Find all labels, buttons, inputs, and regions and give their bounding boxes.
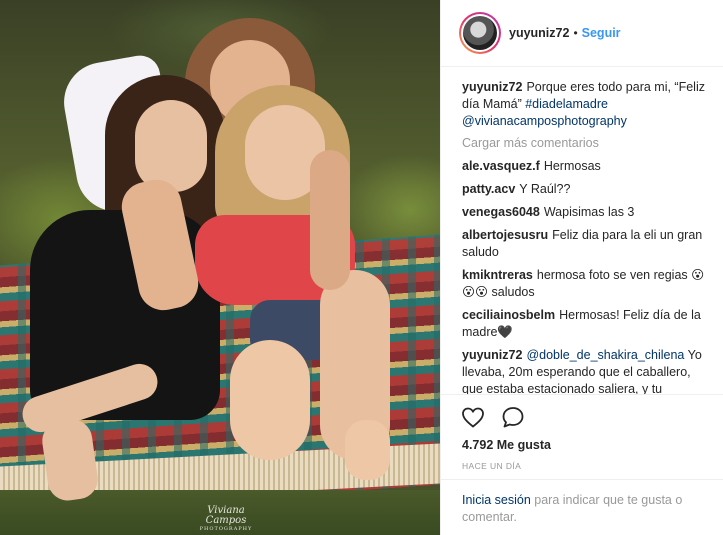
caption-username[interactable]: yuyuniz72 (462, 80, 522, 94)
comment-username[interactable]: ceciliainosbelm (462, 308, 555, 322)
comment-text: Y Raúl?? (519, 182, 571, 196)
login-link[interactable]: Inicia sesión (462, 493, 531, 507)
comment-username[interactable]: patty.acv (462, 182, 515, 196)
like-count[interactable]: 4.792 Me gusta (462, 438, 551, 452)
woman-right-foot (345, 420, 390, 480)
comment-item: venegas6048 Wapisimas las 3 (462, 204, 708, 221)
heart-icon[interactable] (461, 406, 485, 428)
comment-text: Wapisimas las 3 (543, 205, 635, 219)
comment-item: ale.vasquez.f Hermosas (462, 158, 708, 175)
caption-hashtag[interactable]: #diadelamadre (525, 97, 608, 111)
post-timestamp[interactable]: HACE UN DÍA (462, 461, 521, 471)
woman-right-leg (230, 340, 310, 460)
comment-username[interactable]: venegas6048 (462, 205, 540, 219)
login-prompt: Inicia sesión para indicar que te gusta … (441, 479, 723, 526)
comment-item: albertojesusru Feliz dia para la eli un g… (462, 227, 708, 261)
woman-top-arm-right (310, 150, 350, 290)
comment-item: kmikntreras hermosa foto se ven regias 😮😮… (462, 267, 708, 301)
caption-mention[interactable]: @vivianacamposphotography (462, 114, 627, 128)
comment-item: yuyuniz72 @doble_de_shakira_chilena Yo ll… (462, 347, 708, 394)
comment-text: Hermosas (543, 159, 601, 173)
comment-username[interactable]: yuyuniz72 (462, 348, 522, 362)
watermark-sub: PHOTOGRAPHY (199, 526, 253, 532)
header-username[interactable]: yuyuniz72 (509, 26, 569, 40)
comment-username[interactable]: albertojesusru (462, 228, 548, 242)
comment-username[interactable]: ale.vasquez.f (462, 159, 540, 173)
post-photo[interactable]: Viviana Campos PHOTOGRAPHY (0, 0, 440, 535)
post-actions: 4.792 Me gusta HACE UN DÍA Inicia sesión… (441, 394, 723, 535)
follow-button[interactable]: Seguir (582, 26, 621, 40)
caption: yuyuniz72 Porque eres todo para mi, “Feli… (462, 79, 708, 130)
comment-icon[interactable] (501, 406, 525, 428)
avatar-image (463, 16, 497, 50)
header-separator: • (573, 26, 578, 40)
photo-watermark: Viviana Campos PHOTOGRAPHY (186, 506, 266, 532)
comment-item: patty.acv Y Raúl?? (462, 181, 708, 198)
avatar[interactable] (459, 12, 501, 54)
post-side-panel: yuyuniz72 • Seguir yuyuniz72 Porque eres … (440, 0, 723, 535)
avatar-frame (461, 14, 499, 52)
woman-left-face (135, 100, 207, 192)
comments-list[interactable]: yuyuniz72 Porque eres todo para mi, “Feli… (441, 67, 723, 394)
post-header: yuyuniz72 • Seguir (441, 0, 723, 67)
load-more-comments[interactable]: Cargar más comentarios (462, 136, 708, 150)
comment-item: ceciliainosbelm Hermosas! Feliz día de la… (462, 307, 708, 341)
action-row (461, 406, 525, 428)
comment-username[interactable]: kmikntreras (462, 268, 533, 282)
comment-mention[interactable]: @doble_de_shakira_chilena (526, 348, 684, 362)
watermark-name: Viviana Campos (205, 505, 247, 526)
